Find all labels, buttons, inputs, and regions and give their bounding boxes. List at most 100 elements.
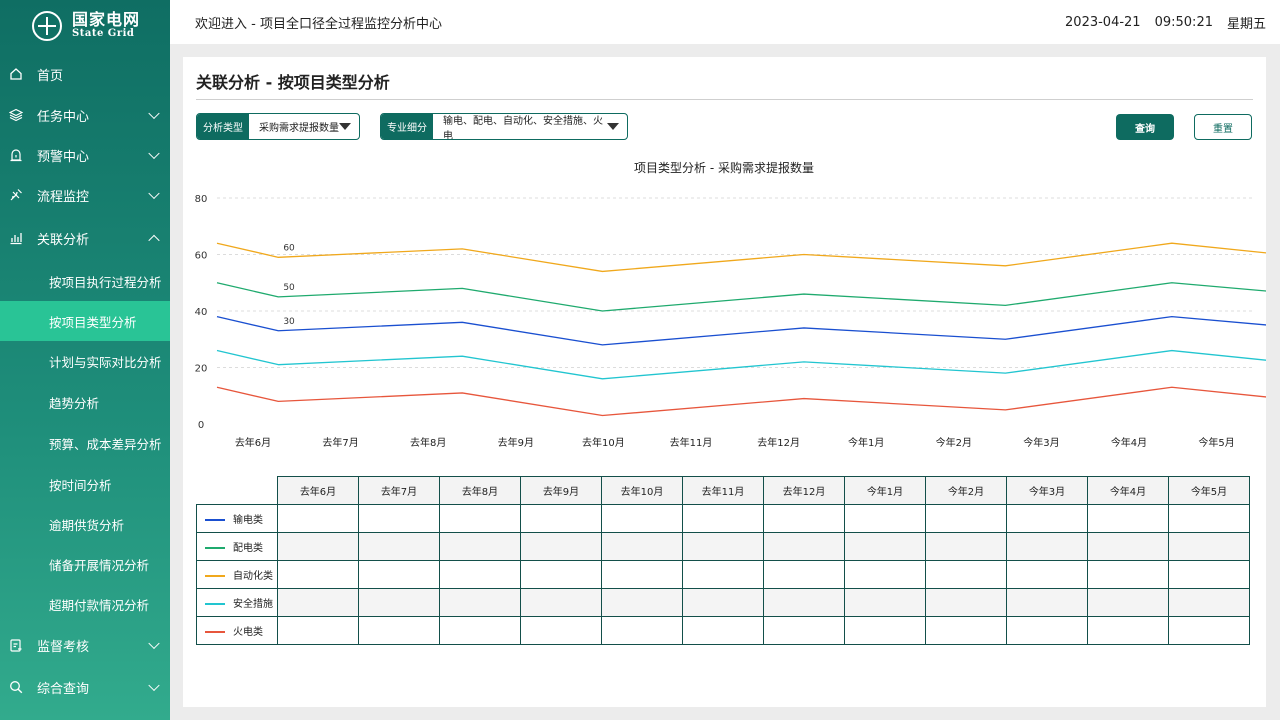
data-table: 去年6月 去年7月 去年8月 去年9月 去年10月 去年11月 去年12月 今年1月 今年2月今… <box>196 476 1250 645</box>
sidebar-subitem[interactable]: 按项目执行过程分析 <box>0 261 170 301</box>
table-cell <box>520 588 602 617</box>
chevron-down-icon <box>148 107 160 120</box>
table-cell <box>844 560 926 589</box>
table-cell <box>601 560 683 589</box>
sidebar-item-process-monitor[interactable]: 流程监控 <box>0 175 170 215</box>
legend-swatch <box>205 575 225 577</box>
table-cell <box>1168 588 1250 617</box>
sidebar-item-alerts[interactable]: 预警中心 <box>0 135 170 175</box>
x-tick-label: 今年1月 <box>848 436 884 449</box>
table-cell <box>358 504 440 533</box>
sidebar-item-correlation-analysis[interactable]: 关联分析 <box>0 215 170 261</box>
x-tick-label: 去年11月 <box>670 436 713 449</box>
table-cell <box>925 616 1007 645</box>
sidebar-subitem[interactable]: 按时间分析 <box>0 464 170 504</box>
sidebar-subitem[interactable]: 储备开展情况分析 <box>0 544 170 584</box>
table-cell <box>682 616 764 645</box>
line-chart: 项目类型分析 - 采购需求提报数量 0 20 40 60 80 去年6月 去年7月 去年8月 去… <box>195 160 1266 449</box>
sidebar-item-supervision[interactable]: 监督考核 <box>0 624 170 666</box>
header-weekday: 星期五 <box>1226 16 1266 32</box>
table-cell <box>277 560 359 589</box>
sidebar-item-home[interactable]: 首页 <box>0 53 170 95</box>
category-select[interactable]: 专业细分 输电、配电、自动化、安全措施、火电 <box>380 113 628 140</box>
brand-logo[interactable]: 国家电网 State Grid <box>0 0 170 52</box>
sidebar-item-label: 监督考核 <box>37 639 90 655</box>
data-label: 60 <box>283 243 295 253</box>
table-cell <box>358 532 440 561</box>
table-cell <box>277 616 359 645</box>
table-cell <box>844 532 926 561</box>
table-cell <box>601 616 683 645</box>
table-cell <box>520 616 602 645</box>
table-cell <box>601 588 683 617</box>
table-cell <box>1087 504 1169 533</box>
sidebar-subitem[interactable]: 逾期供货分析 <box>0 504 170 544</box>
title-divider <box>196 99 1253 100</box>
table-cell <box>682 504 764 533</box>
legend-label: 输电类 <box>233 515 263 526</box>
x-tick-label: 今年2月 <box>936 436 972 449</box>
chart-title: 项目类型分析 - 采购需求提报数量 <box>634 160 814 175</box>
chevron-down-icon <box>148 187 160 200</box>
sidebar-item-query[interactable]: 综合查询 <box>0 666 170 708</box>
header-time: 09:50:21 <box>1154 14 1213 30</box>
sidebar-item-tasks[interactable]: 任务中心 <box>0 95 170 135</box>
table-column-header: 今年4月 <box>1087 476 1169 505</box>
table-column-header: 今年2月 <box>925 476 1007 505</box>
table-column-header: 今年1月 <box>844 476 926 505</box>
table-cell <box>844 616 926 645</box>
table-cell <box>763 504 845 533</box>
sidebar-subitem-active[interactable]: 按项目类型分析 <box>0 301 170 341</box>
table-cell <box>277 532 359 561</box>
legend-swatch <box>205 631 225 633</box>
table-cell <box>358 588 440 617</box>
sidebar-item-label: 综合查询 <box>37 681 90 697</box>
sidebar-subitem[interactable]: 计划与实际对比分析 <box>0 341 170 382</box>
table-cell <box>925 588 1007 617</box>
table-cell <box>520 504 602 533</box>
header-date: 2023-04-21 <box>1065 14 1141 30</box>
table-cell <box>1168 532 1250 561</box>
layers-icon <box>9 108 23 122</box>
sidebar-subitem[interactable]: 趋势分析 <box>0 382 170 423</box>
analysis-type-select[interactable]: 分析类型 采购需求提报数量 <box>196 113 360 140</box>
table-row: 输电类 <box>196 504 1250 533</box>
sidebar-subitem[interactable]: 预算、成本差异分析 <box>0 423 170 464</box>
table-row: 配电类 <box>196 532 1250 561</box>
legend-cell: 配电类 <box>196 532 278 561</box>
legend-cell: 安全措施 <box>196 588 278 617</box>
x-tick-label: 去年10月 <box>582 436 625 449</box>
table-cell <box>520 532 602 561</box>
y-tick-label: 40 <box>195 307 208 318</box>
legend-cell: 自动化类 <box>196 560 278 589</box>
y-tick-label: 20 <box>195 364 208 375</box>
table-column-header: 去年6月 <box>277 476 359 505</box>
table-cell <box>844 588 926 617</box>
table-column-header: 今年5月 <box>1168 476 1250 505</box>
table-column-header: 去年11月 <box>682 476 764 505</box>
table-cell <box>763 588 845 617</box>
table-cell <box>763 616 845 645</box>
search-icon <box>9 680 23 694</box>
chevron-up-icon <box>148 234 160 247</box>
table-column-header: 今年3月 <box>1006 476 1088 505</box>
table-cell <box>439 560 521 589</box>
table-corner <box>196 476 278 505</box>
x-tick-label: 今年4月 <box>1111 436 1147 449</box>
sidebar: 国家电网 State Grid 首页 任务中心 预警中心 流程监控 关联分析 按… <box>0 0 170 720</box>
alert-icon <box>9 148 23 162</box>
x-tick-label: 去年9月 <box>498 436 534 449</box>
table-cell <box>358 560 440 589</box>
chevron-down-icon <box>148 679 160 692</box>
series-line <box>216 315 1266 346</box>
brand-name-en: State Grid <box>72 28 135 40</box>
sidebar-subitem[interactable]: 超期付款情况分析 <box>0 584 170 624</box>
reset-button[interactable]: 重置 <box>1194 114 1252 140</box>
table-cell <box>1006 532 1088 561</box>
table-cell <box>601 532 683 561</box>
query-button[interactable]: 查询 <box>1116 114 1174 140</box>
table-column-header: 去年7月 <box>358 476 440 505</box>
table-cell <box>682 532 764 561</box>
data-label: 50 <box>283 283 295 293</box>
x-tick-label: 去年12月 <box>757 436 800 449</box>
